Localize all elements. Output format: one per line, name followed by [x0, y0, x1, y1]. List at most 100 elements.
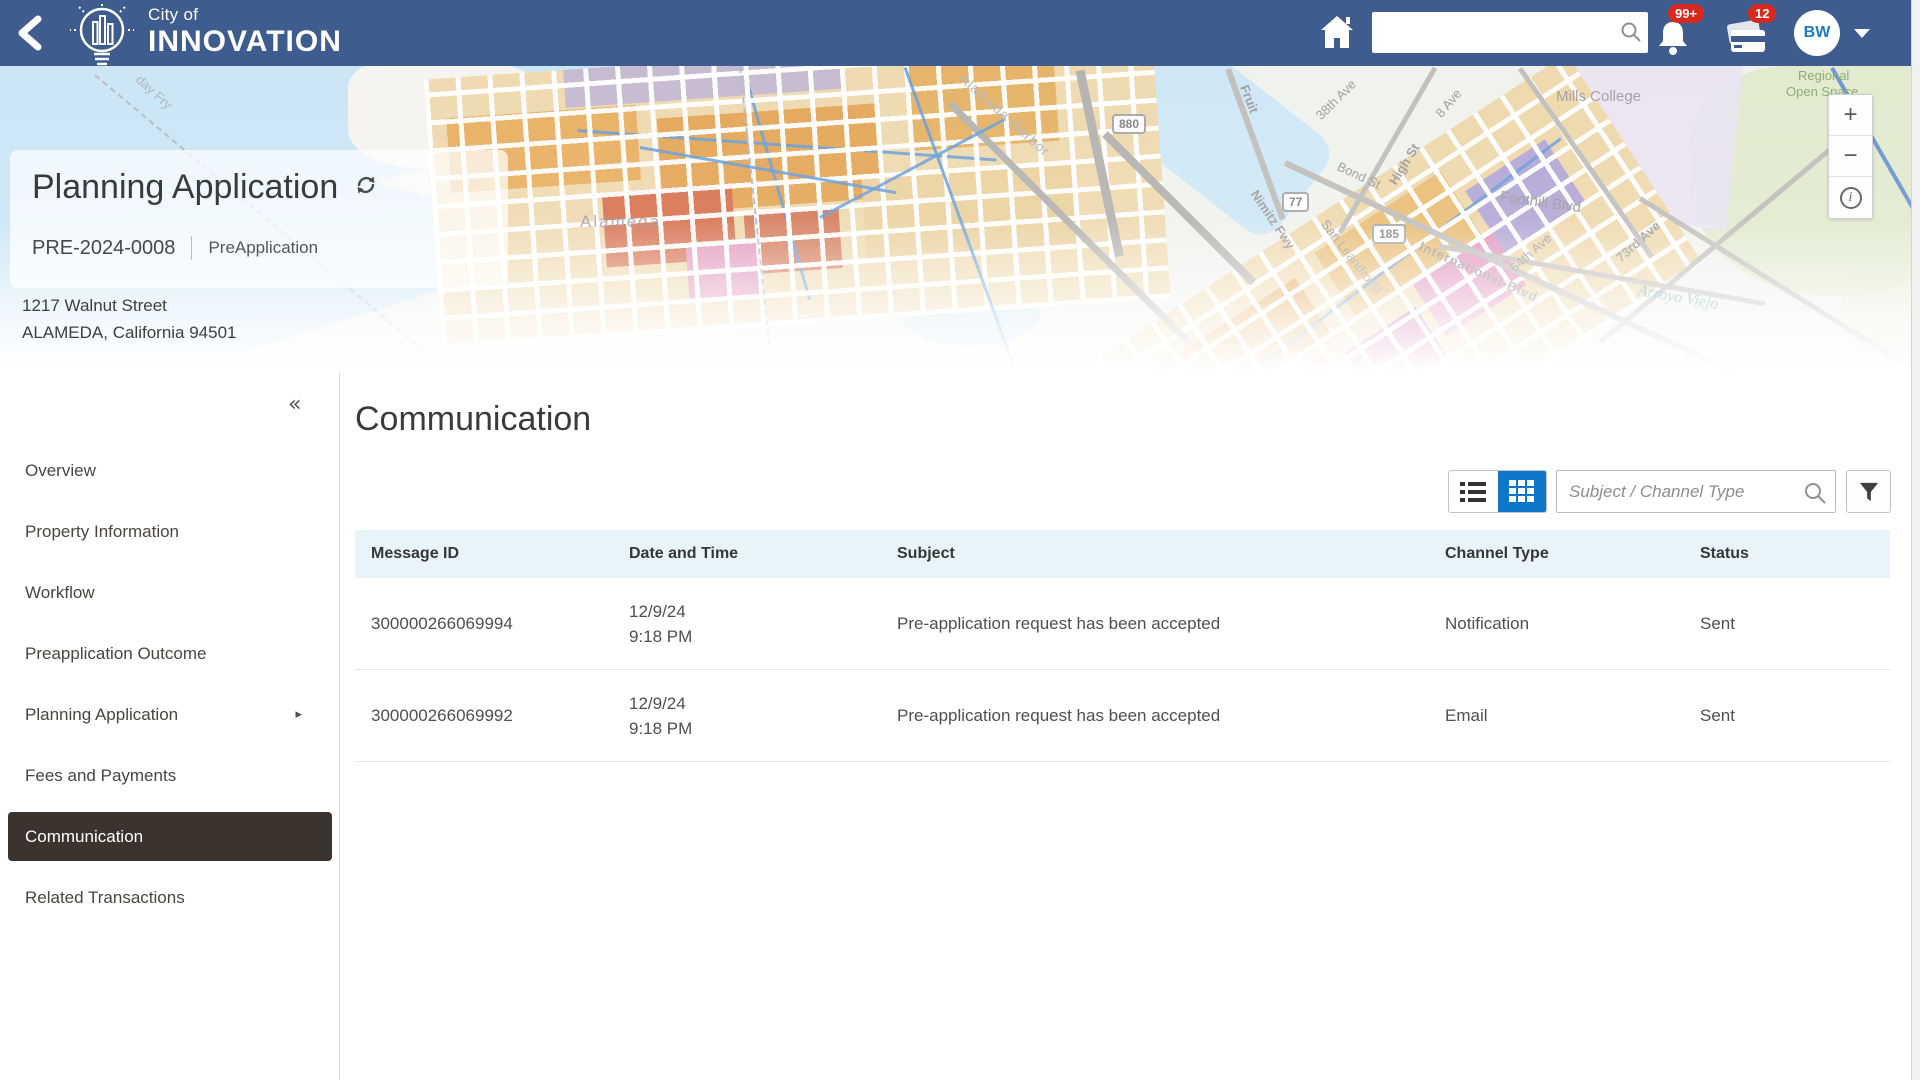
communication-table: Message ID Date and Time Subject Channel… [355, 530, 1890, 762]
route-shield-77: 77 [1282, 192, 1309, 212]
cell-message-id: 300000266069992 [371, 706, 629, 726]
cell-time: 9:18 PM [629, 624, 897, 649]
logo-line1: City of [148, 5, 342, 25]
top-bar: City of INNOVATION 99+ 12 BW [0, 0, 1920, 66]
grid-view-button[interactable] [1498, 471, 1547, 512]
list-view-button[interactable] [1449, 471, 1498, 512]
sidebar-nav: Overview Property Information Workflow P… [0, 440, 340, 928]
avatar[interactable]: BW [1794, 10, 1840, 56]
map-label-regional: Regional [1798, 68, 1849, 83]
submenu-arrow-icon: ▸ [295, 707, 302, 722]
sidebar: « Overview Property Information Workflow… [0, 372, 340, 1080]
column-header-message-id[interactable]: Message ID [371, 545, 629, 563]
sidebar-item-label: Fees and Payments [25, 766, 176, 786]
cell-channel-type: Email [1445, 706, 1700, 726]
search-icon[interactable] [1803, 481, 1827, 510]
table-row[interactable]: 300000266069992 12/9/24 9:18 PM Pre-appl… [355, 670, 1890, 762]
map-label-8-ave: 8 Ave [1432, 86, 1464, 120]
grid-view-icon [1509, 480, 1535, 504]
sidebar-item-communication[interactable]: Communication [8, 812, 332, 861]
page-record-title: Planning Application [32, 168, 338, 207]
sidebar-item-label: Workflow [25, 583, 95, 603]
sidebar-item-label: Planning Application [25, 705, 178, 725]
map-zoom-in-button[interactable]: + [1829, 95, 1872, 136]
page-title: Communication [355, 400, 591, 439]
record-id: PRE-2024-0008 [32, 237, 175, 260]
cell-date-time: 12/9/24 9:18 PM [629, 599, 897, 649]
record-header-card: Planning Application PRE-2024-0008 PreAp… [10, 150, 508, 288]
city-logo-text: City of INNOVATION [148, 5, 342, 59]
logo-line2: INNOVATION [148, 25, 342, 59]
global-search [1372, 12, 1648, 53]
content-area: « Overview Property Information Workflow… [0, 372, 1920, 1080]
cell-date: 12/9/24 [629, 691, 897, 716]
record-type: PreApplication [208, 238, 318, 258]
payments-badge: 12 [1748, 4, 1776, 23]
global-search-input[interactable] [1380, 12, 1618, 53]
sidebar-item-overview[interactable]: Overview [0, 440, 340, 501]
sidebar-item-label: Overview [25, 461, 96, 481]
view-toggle [1448, 470, 1547, 513]
divider [191, 236, 192, 260]
column-header-subject[interactable]: Subject [897, 545, 1445, 563]
cell-subject: Pre-application request has been accepte… [897, 614, 1445, 634]
table-search-input[interactable] [1569, 471, 1799, 512]
main-panel: Communication [341, 372, 1911, 1080]
map-label-mills: Mills College [1556, 88, 1641, 105]
map-header[interactable]: 880 77 185 day Fry Alameda Harbor Alamed… [0, 66, 1920, 372]
sidebar-item-related-transactions[interactable]: Related Transactions [0, 867, 340, 928]
table-toolbar [341, 470, 1911, 513]
cell-date-time: 12/9/24 9:18 PM [629, 691, 897, 741]
map-label-38th: 38th Ave [1313, 77, 1359, 123]
record-address: 1217 Walnut Street ALAMEDA, California 9… [22, 292, 237, 346]
user-menu-caret-icon[interactable] [1854, 29, 1870, 38]
sidebar-item-label: Related Transactions [25, 888, 185, 908]
cell-status: Sent [1700, 706, 1890, 726]
column-header-date-time[interactable]: Date and Time [629, 545, 897, 563]
cell-channel-type: Notification [1445, 614, 1700, 634]
map-label-city: Alameda [580, 212, 661, 232]
page-scrollbar[interactable] [1911, 0, 1920, 1080]
zoom-in-icon: + [1843, 101, 1857, 129]
sidebar-item-preapplication-outcome[interactable]: Preapplication Outcome [0, 623, 340, 684]
refresh-icon[interactable] [354, 173, 378, 202]
home-icon[interactable] [1320, 14, 1354, 50]
sidebar-item-label: Communication [25, 827, 143, 847]
cell-status: Sent [1700, 614, 1890, 634]
map-info-button[interactable]: i [1829, 177, 1872, 218]
address-line1: 1217 Walnut Street [22, 292, 237, 319]
cell-subject: Pre-application request has been accepte… [897, 706, 1445, 726]
cell-message-id: 300000266069994 [371, 614, 629, 634]
cell-time: 9:18 PM [629, 716, 897, 741]
route-shield-185: 185 [1372, 224, 1406, 244]
sidebar-item-fees-and-payments[interactable]: Fees and Payments [0, 745, 340, 806]
table-row[interactable]: 300000266069994 12/9/24 9:18 PM Pre-appl… [355, 578, 1890, 670]
table-search [1556, 470, 1836, 513]
column-header-status[interactable]: Status [1700, 545, 1890, 563]
filter-button[interactable] [1846, 470, 1891, 513]
back-icon[interactable] [14, 14, 44, 52]
sidebar-collapse-icon[interactable]: « [288, 392, 299, 417]
sidebar-item-label: Preapplication Outcome [25, 644, 206, 664]
route-shield-880: 880 [1112, 114, 1146, 134]
cell-date: 12/9/24 [629, 599, 897, 624]
address-line2: ALAMEDA, California 94501 [22, 319, 237, 346]
filter-funnel-icon [1858, 481, 1880, 503]
zoom-out-icon: − [1843, 142, 1857, 170]
map-zoom-out-button[interactable]: − [1829, 136, 1872, 177]
notifications-badge: 99+ [1668, 4, 1704, 23]
avatar-initials: BW [1804, 24, 1831, 42]
sidebar-item-label: Property Information [25, 522, 179, 542]
sidebar-item-workflow[interactable]: Workflow [0, 562, 340, 623]
map-controls: + − i [1828, 94, 1873, 219]
table-header-row: Message ID Date and Time Subject Channel… [355, 530, 1890, 578]
sidebar-item-planning-application[interactable]: Planning Application ▸ [0, 684, 340, 745]
payments-cart-button[interactable]: 12 [1722, 8, 1774, 62]
list-view-icon [1460, 480, 1486, 504]
info-icon: i [1840, 187, 1862, 209]
city-logo-bulb-icon [64, 2, 140, 81]
sidebar-item-property-information[interactable]: Property Information [0, 501, 340, 562]
notifications-button[interactable]: 99+ [1652, 8, 1704, 62]
column-header-channel-type[interactable]: Channel Type [1445, 545, 1700, 563]
search-icon[interactable] [1620, 21, 1642, 48]
